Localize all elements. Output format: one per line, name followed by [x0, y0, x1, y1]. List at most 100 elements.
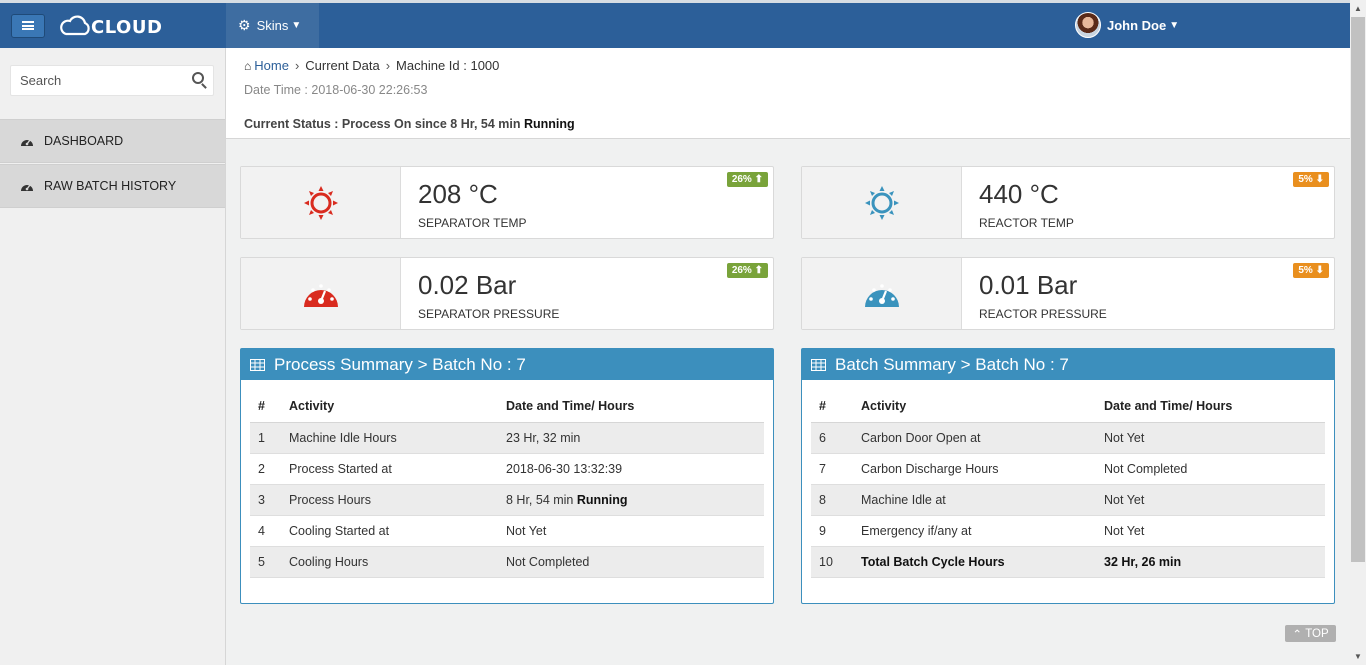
chevron-down-icon: ▼	[1169, 19, 1180, 31]
back-to-top-button[interactable]: ⌃ TOP	[1285, 625, 1336, 642]
row-value: 2018-06-30 13:32:39	[506, 453, 764, 485]
row-number: 4	[250, 515, 289, 547]
reactor-temp-card: 440 °C REACTOR TEMP 5% ⬇	[801, 166, 1335, 239]
row-status: Running	[576, 492, 628, 507]
dashboard-icon	[21, 139, 33, 146]
card-icon-box	[802, 258, 962, 329]
table-header-row: # Activity Date and Time/ Hours	[811, 391, 1325, 423]
card-value: 0.01 Bar	[979, 270, 1078, 300]
date-time: Date Time : 2018-06-30 22:26:53	[244, 83, 428, 97]
table-row: 1 Machine Idle Hours 23 Hr, 32 min	[250, 422, 764, 454]
status-text: Current Status : Process On since 8 Hr, …	[244, 117, 521, 131]
brand-area: CLOUD	[0, 3, 225, 48]
gauge-icon	[303, 283, 338, 307]
trend-badge: 26% ⬆	[726, 172, 768, 187]
breadcrumb-machine-id: Machine Id : 1000	[396, 58, 500, 73]
breadcrumb-current-data: Current Data	[305, 58, 380, 73]
search-icon[interactable]	[192, 72, 204, 84]
cloud-icon	[60, 14, 90, 35]
table-row: 3 Process Hours 8 Hr, 54 min Running	[250, 484, 764, 516]
table-row: 4 Cooling Started at Not Yet	[250, 515, 764, 547]
breadcrumb-home-link[interactable]: Home	[254, 58, 289, 73]
badge-text: 5%	[1298, 174, 1313, 185]
badge-text: 26%	[731, 174, 752, 185]
row-value: Not Yet	[1104, 484, 1325, 516]
card-label: REACTOR TEMP	[979, 216, 1074, 230]
sidebar-toggle-button[interactable]	[11, 13, 45, 38]
card-icon-box	[241, 167, 401, 238]
table-row: 7 Carbon Discharge Hours Not Completed	[811, 453, 1325, 485]
chevron-right-icon: ›	[294, 58, 300, 73]
row-number: 3	[250, 484, 289, 516]
chevron-down-icon: ▼	[291, 20, 302, 31]
card-label: SEPARATOR PRESSURE	[418, 307, 560, 321]
separator-temp-card: 208 °C SEPARATOR TEMP 26% ⬆	[240, 166, 774, 239]
row-number: 1	[250, 422, 289, 454]
row-activity: Carbon Discharge Hours	[861, 453, 1104, 485]
main-content: ⌂ Home › Current Data › Machine Id : 100…	[226, 48, 1350, 665]
table-icon	[811, 358, 826, 371]
column-header: #	[811, 391, 861, 423]
page-scrollbar[interactable]: ▲ ▼	[1350, 0, 1366, 665]
row-value: Not Yet	[1104, 515, 1325, 547]
panel-title: Process Summary > Batch No : 7	[274, 354, 526, 374]
row-number: 7	[811, 453, 861, 485]
breadcrumb: ⌂ Home › Current Data › Machine Id : 100…	[244, 58, 499, 73]
user-menu[interactable]: John Doe ▼	[1075, 12, 1179, 38]
process-summary-panel: Process Summary > Batch No : 7 # Activit…	[240, 348, 774, 604]
skins-menu[interactable]: ⚙ Skins ▼	[226, 3, 319, 48]
trend-badge: 5% ⬇	[1293, 263, 1329, 278]
row-value: 8 Hr, 54 min	[506, 492, 574, 507]
row-activity: Machine Idle Hours	[289, 422, 506, 454]
row-number: 6	[811, 422, 861, 454]
row-value-cell: 8 Hr, 54 min Running	[506, 484, 764, 516]
sidebar-item-raw-batch-history[interactable]: RAW BATCH HISTORY	[0, 164, 225, 208]
table-row: 6 Carbon Door Open at Not Yet	[811, 422, 1325, 454]
row-value: Not Yet	[506, 515, 764, 547]
card-value: 0.02 Bar	[418, 270, 517, 300]
row-number: 10	[811, 546, 861, 578]
row-activity: Cooling Started at	[289, 515, 506, 547]
arrow-down-icon: ⬇	[1315, 174, 1324, 185]
row-activity: Total Batch Cycle Hours	[861, 546, 1104, 578]
row-activity: Process Hours	[289, 484, 506, 516]
row-activity: Process Started at	[289, 453, 506, 485]
scrollbar-thumb[interactable]	[1351, 17, 1365, 562]
avatar	[1075, 12, 1101, 38]
table-icon	[250, 358, 265, 371]
row-number: 5	[250, 546, 289, 578]
sun-icon	[864, 185, 899, 220]
table-row: 9 Emergency if/any at Not Yet	[811, 515, 1325, 547]
column-header: Date and Time/ Hours	[506, 391, 764, 423]
row-value: Not Completed	[1104, 453, 1325, 485]
arrow-down-icon: ⬇	[1315, 265, 1324, 276]
row-number: 2	[250, 453, 289, 485]
gauge-icon	[864, 283, 899, 307]
search-input[interactable]	[11, 66, 181, 95]
column-header: #	[250, 391, 289, 423]
row-number: 9	[811, 515, 861, 547]
row-activity: Emergency if/any at	[861, 515, 1104, 547]
panel-header: Batch Summary > Batch No : 7	[802, 349, 1334, 380]
scroll-down-icon[interactable]: ▼	[1354, 652, 1362, 661]
user-name: John Doe	[1107, 17, 1167, 33]
reactor-pressure-card: 0.01 Bar REACTOR PRESSURE 5% ⬇	[801, 257, 1335, 330]
sidebar-item-dashboard[interactable]: DASHBOARD	[0, 119, 225, 163]
search-box	[10, 65, 214, 96]
table-row: 2 Process Started at 2018-06-30 13:32:39	[250, 453, 764, 485]
current-status: Current Status : Process On since 8 Hr, …	[244, 117, 575, 131]
badge-text: 5%	[1298, 265, 1313, 276]
badge-text: 26%	[731, 265, 752, 276]
sidebar-item-label: RAW BATCH HISTORY	[44, 179, 177, 193]
dashboard-icon	[21, 184, 33, 191]
content-header: ⌂ Home › Current Data › Machine Id : 100…	[226, 48, 1350, 139]
status-state: Running	[523, 117, 575, 131]
row-number: 8	[811, 484, 861, 516]
chevron-up-icon: ⌃	[1292, 628, 1302, 641]
card-value: 208 °C	[418, 179, 498, 209]
logo[interactable]: CLOUD	[58, 13, 162, 38]
panel-header: Process Summary > Batch No : 7	[241, 349, 773, 380]
sidebar: DASHBOARD RAW BATCH HISTORY	[0, 48, 226, 665]
card-icon-box	[802, 167, 962, 238]
scroll-up-icon[interactable]: ▲	[1354, 4, 1362, 13]
